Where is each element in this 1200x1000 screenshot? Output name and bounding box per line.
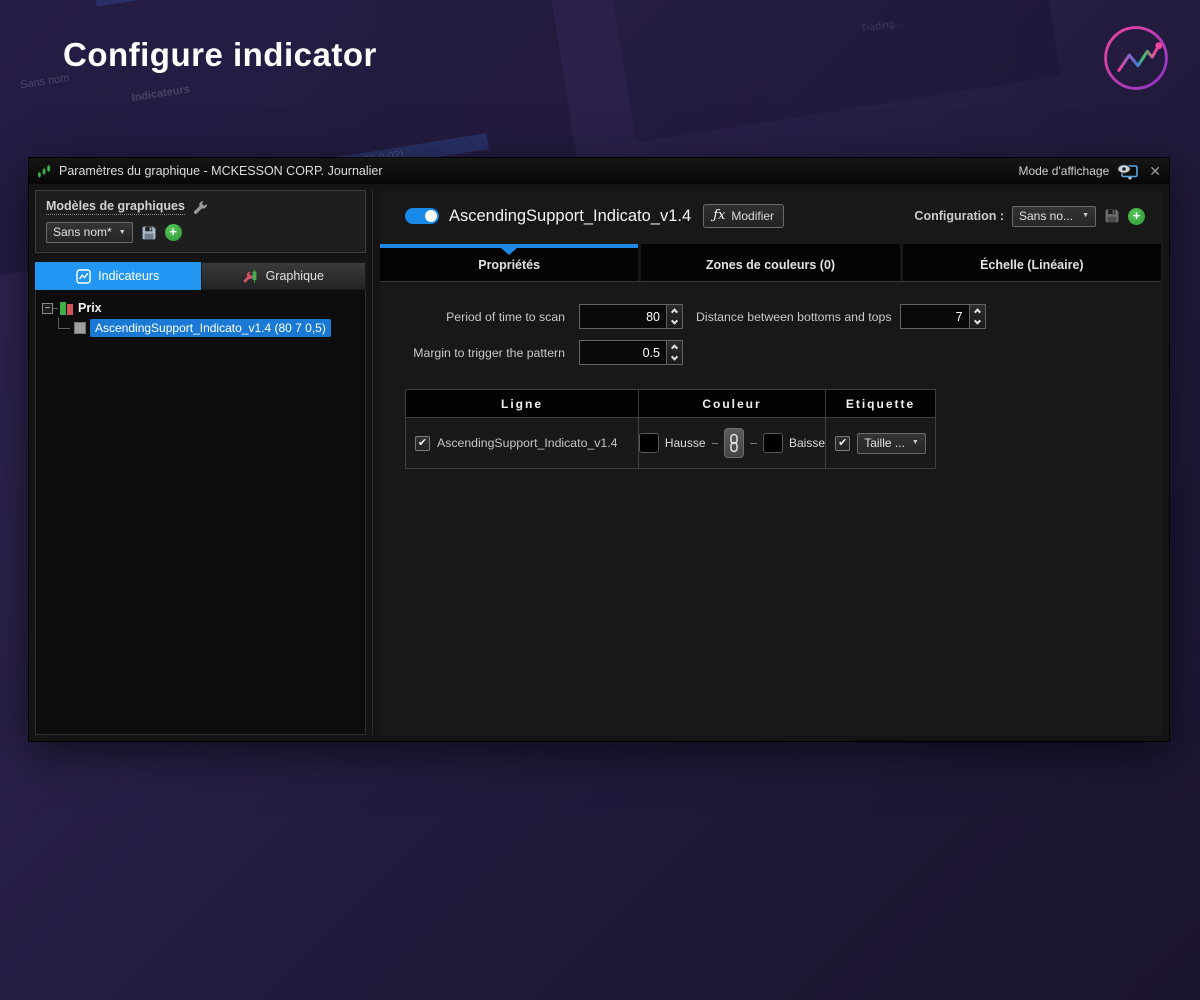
tab-graphique[interactable]: Graphique: [201, 262, 367, 290]
modify-button[interactable]: ƒx Modifier: [703, 204, 784, 228]
tree-expander-icon[interactable]: −: [42, 303, 53, 314]
lines-table: Ligne Couleur Etiquette ✔ AscendingSuppo…: [405, 389, 936, 469]
tree-connector: [53, 308, 58, 309]
main-panel: AscendingSupport_Indicato_v1.4 ƒx Modifi…: [380, 190, 1163, 735]
stepper-down-icon[interactable]: [667, 353, 682, 365]
distance-stepper[interactable]: [970, 304, 986, 329]
baisse-label: Baisse: [789, 436, 825, 450]
dialog-titlebar[interactable]: Paramètres du graphique - MCKESSON CORP.…: [29, 158, 1169, 184]
col-couleur: Couleur: [639, 390, 826, 417]
background-screenshot-fragment: Trading...: [609, 0, 1060, 143]
stepper-up-icon[interactable]: [667, 305, 682, 317]
etiquette-checkbox[interactable]: ✔: [835, 436, 850, 451]
indicator-tree: − Prix AscendingSupport_Indicato_v1.4 (8…: [35, 290, 366, 735]
configuration-select-value: Sans no...: [1019, 209, 1073, 223]
bg-fragment-bar: [94, 0, 295, 7]
stepper-up-icon[interactable]: [667, 341, 682, 353]
link-colors-button[interactable]: [724, 428, 744, 458]
chain-link-icon: [729, 433, 739, 453]
tab-zones-label: Zones de couleurs (0): [706, 258, 835, 272]
main-tabs: Propriétés Zones de couleurs (0) Échelle…: [380, 244, 1161, 281]
tree-elbow-connector: [58, 318, 70, 329]
tab-graphique-label: Graphique: [266, 269, 324, 283]
link-dash: [712, 443, 719, 444]
hausse-label: Hausse: [665, 436, 706, 450]
distance-label: Distance between bottoms and tops: [696, 310, 892, 324]
period-label: Period of time to scan: [405, 310, 565, 324]
line-name: AscendingSupport_Indicato_v1.4: [437, 436, 618, 450]
configuration-select[interactable]: Sans no... ▼: [1012, 206, 1096, 227]
page-title: Configure indicator: [63, 36, 377, 74]
tree-row-indicator[interactable]: AscendingSupport_Indicato_v1.4 (80 7 0,5…: [42, 318, 359, 338]
tab-echelle[interactable]: Échelle (Linéaire): [903, 244, 1161, 281]
chevron-down-icon: ▼: [1082, 212, 1089, 219]
sidebar: Modèles de graphiques Sans nom* ▼: [35, 190, 373, 735]
template-select[interactable]: Sans nom* ▼: [46, 222, 133, 243]
fx-icon: ƒx: [713, 208, 725, 223]
taille-select[interactable]: Taille ... ▼: [857, 433, 926, 454]
candles-icon: [37, 164, 52, 179]
indicator-color-chip: [74, 322, 86, 334]
indicator-name: AscendingSupport_Indicato_v1.4: [449, 207, 691, 226]
bg-fragment-text: Sans nom: [19, 72, 70, 92]
chart-templates-box: Modèles de graphiques Sans nom* ▼: [35, 190, 366, 253]
candle-wrench-icon: [243, 269, 259, 284]
bg-fragment-text: Indicateurs: [131, 83, 191, 104]
chevron-down-icon: ▼: [912, 439, 919, 446]
display-mode-label: Mode d'affichage: [1018, 164, 1109, 178]
tab-proprietes-label: Propriétés: [478, 258, 540, 272]
tab-zones-de-couleurs[interactable]: Zones de couleurs (0): [641, 244, 899, 281]
table-row: ✔ AscendingSupport_Indicato_v1.4 Hausse: [406, 417, 935, 468]
display-mode-icon[interactable]: [1116, 163, 1139, 180]
close-icon[interactable]: ✕: [1149, 163, 1161, 180]
tree-row-prix[interactable]: − Prix: [42, 298, 359, 318]
dialog-title: Paramètres du graphique - MCKESSON CORP.…: [59, 164, 383, 178]
line-visible-checkbox[interactable]: ✔: [415, 436, 430, 451]
tab-proprietes[interactable]: Propriétés: [380, 244, 638, 281]
sidebar-tabs: Indicateurs Graphique: [35, 262, 366, 290]
tab-echelle-label: Échelle (Linéaire): [980, 258, 1084, 272]
tree-root-label: Prix: [78, 301, 102, 315]
stepper-down-icon[interactable]: [667, 317, 682, 329]
indicator-enabled-toggle[interactable]: [405, 208, 439, 224]
configuration-label: Configuration :: [914, 209, 1004, 223]
distance-input[interactable]: [900, 304, 970, 329]
hausse-color-swatch[interactable]: [639, 433, 659, 453]
save-template-icon[interactable]: [141, 225, 157, 241]
chart-settings-dialog: Paramètres du graphique - MCKESSON CORP.…: [28, 157, 1170, 742]
period-input[interactable]: [579, 304, 667, 329]
chart-templates-label: Modèles de graphiques: [46, 199, 185, 215]
margin-stepper[interactable]: [667, 340, 683, 365]
tab-indicateurs-label: Indicateurs: [98, 269, 159, 283]
link-dash: [750, 443, 757, 444]
price-series-icon: [60, 302, 73, 315]
template-select-value: Sans nom*: [53, 225, 112, 239]
col-etiquette: Etiquette: [826, 390, 935, 417]
wrench-icon[interactable]: [193, 200, 208, 215]
taille-select-value: Taille ...: [864, 436, 905, 450]
bg-fragment-text: Trading...: [860, 18, 903, 35]
indicator-chart-icon: [76, 269, 91, 284]
add-configuration-button[interactable]: +: [1128, 208, 1145, 225]
baisse-color-swatch[interactable]: [763, 433, 783, 453]
margin-label: Margin to trigger the pattern: [405, 346, 565, 360]
lines-table-header: Ligne Couleur Etiquette: [406, 390, 935, 417]
add-template-button[interactable]: +: [165, 224, 182, 241]
tab-indicateurs[interactable]: Indicateurs: [35, 262, 201, 290]
period-stepper[interactable]: [667, 304, 683, 329]
stepper-down-icon[interactable]: [970, 317, 985, 329]
chevron-down-icon: ▼: [119, 229, 126, 236]
tree-selected-item[interactable]: AscendingSupport_Indicato_v1.4 (80 7 0,5…: [90, 319, 331, 337]
stepper-up-icon[interactable]: [970, 305, 985, 317]
modify-button-label: Modifier: [731, 209, 774, 223]
margin-input[interactable]: [579, 340, 667, 365]
save-configuration-icon[interactable]: [1104, 208, 1120, 224]
brand-logo-icon: [1098, 20, 1174, 96]
col-ligne: Ligne: [406, 390, 639, 417]
